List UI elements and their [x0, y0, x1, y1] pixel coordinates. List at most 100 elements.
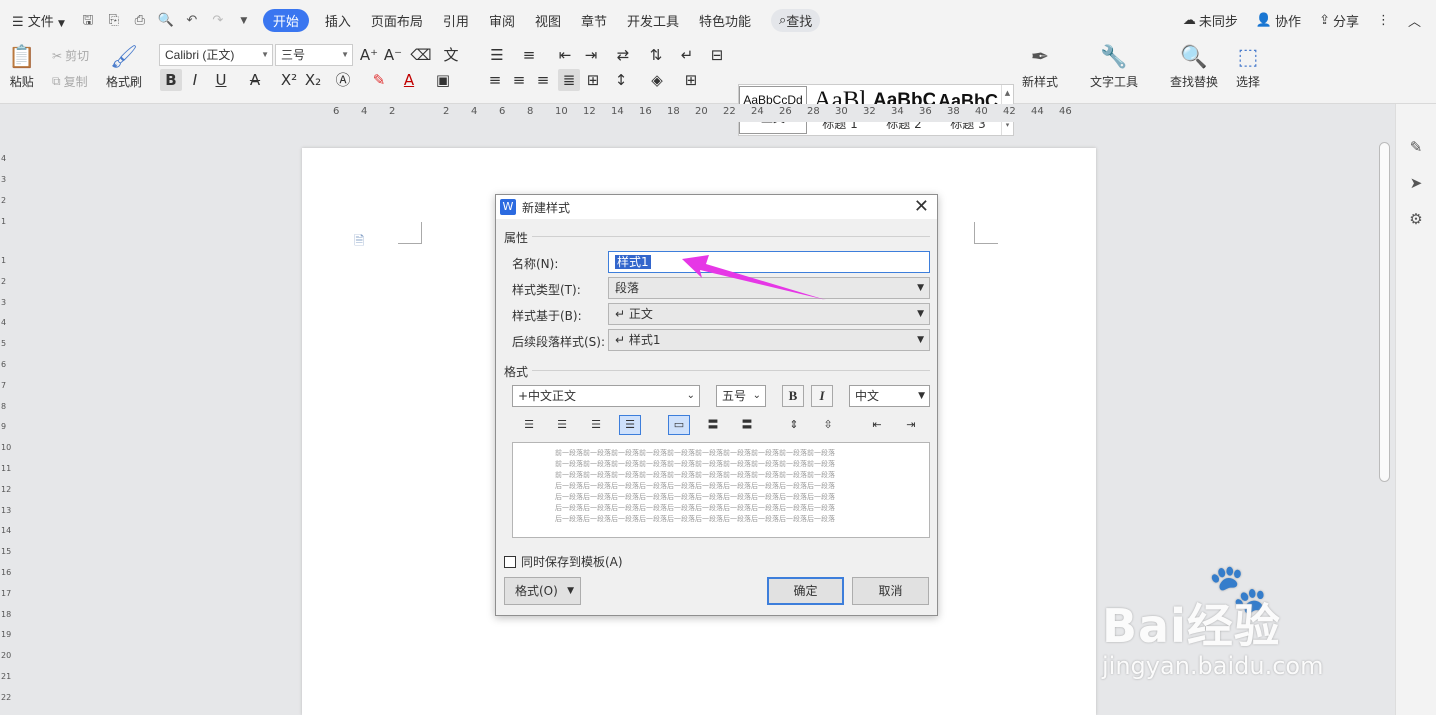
size-select[interactable]: 五号 ⌄ [716, 385, 766, 407]
tab-insert[interactable]: 插入 [315, 11, 361, 30]
checkbox-box[interactable] [504, 555, 516, 568]
based-on-select[interactable]: ↵ 正文 ▼ [608, 303, 930, 325]
borders-icon[interactable]: ⊞ [680, 69, 702, 91]
pointer-icon[interactable]: ➤ [1406, 174, 1426, 194]
italic-button[interactable]: I [811, 385, 833, 407]
font-color-icon[interactable]: A [398, 69, 420, 91]
sliders-icon[interactable]: ⚙ [1406, 210, 1426, 230]
tab-stop-icon[interactable]: ⊟ [706, 44, 728, 66]
format-dropdown-button[interactable]: 格式(O) ▼ [504, 577, 581, 605]
tab-page-layout[interactable]: 页面布局 [361, 11, 433, 30]
tab-references[interactable]: 引用 [433, 11, 479, 30]
print-icon[interactable]: ⎙ [131, 12, 149, 30]
close-icon[interactable]: ✕ [914, 196, 929, 217]
cancel-button[interactable]: 取消 [852, 577, 929, 605]
numbered-list-icon[interactable]: ≡ [518, 44, 540, 66]
scroll-thumb[interactable] [1379, 142, 1390, 482]
bold-button[interactable]: B [782, 385, 804, 407]
asian-layout-icon[interactable]: ⇄ [612, 44, 634, 66]
grow-font-icon[interactable]: A⁺ [358, 44, 380, 66]
copy-button[interactable]: ⧉ 复制 [52, 73, 88, 90]
single-spacing-icon[interactable]: ▭ [668, 415, 690, 435]
save-icon[interactable]: 🖫 [79, 12, 97, 30]
bold-icon[interactable]: B [160, 69, 182, 91]
align-right-icon[interactable]: ≡ [532, 69, 554, 91]
justify-icon[interactable]: ≣ [558, 69, 580, 91]
char-border-icon[interactable]: ▣ [432, 69, 454, 91]
increase-para-spacing-icon[interactable]: ⇕ [783, 415, 805, 435]
collapse-ribbon-icon[interactable]: ︿ [1399, 11, 1430, 30]
undo-icon[interactable]: ↶ [183, 12, 201, 30]
decrease-indent-icon[interactable]: ⇤ [554, 44, 576, 66]
export-icon[interactable]: ⎘ [105, 12, 123, 30]
tab-review[interactable]: 审阅 [479, 11, 525, 30]
double-spacing-icon[interactable]: 〓 [736, 415, 758, 435]
document-icon[interactable]: 🗎 [354, 232, 364, 254]
align-left-icon[interactable]: ≡ [484, 69, 506, 91]
tab-chapter[interactable]: 章节 [571, 11, 617, 30]
vertical-ruler[interactable]: 4 3 2 1 1 2 3 4 5 6 7 8 9 10 11 12 13 14 15 16 17 18 19 20 21 22 [0, 104, 12, 715]
text-effect-icon[interactable]: Ⓐ [332, 69, 354, 91]
increase-indent-icon[interactable]: ⇥ [900, 415, 922, 435]
tab-special[interactable]: 特色功能 [689, 11, 761, 30]
horizontal-ruler[interactable]: 6 4 2 2 4 6 8 10 12 14 16 18 20 22 24 26 28 30 32 34 36 38 40 4… [301, 104, 1095, 122]
font-select[interactable]: +中文正文 ⌄ [512, 385, 700, 407]
dropdown-arrow-icon: ▼ [567, 586, 574, 596]
justify-icon[interactable]: ☰ [619, 415, 641, 435]
print-preview-icon[interactable]: 🔍 [157, 12, 175, 30]
sort-icon[interactable]: ⇅ [645, 44, 667, 66]
shrink-font-icon[interactable]: A⁻ [382, 44, 404, 66]
tab-developer[interactable]: 开发工具 [617, 11, 689, 30]
font-size-select[interactable]: 三号 ▼ [275, 44, 353, 66]
style-type-select[interactable]: 段落 ▼ [608, 277, 930, 299]
paste-button[interactable]: 📋 粘贴 [8, 43, 35, 90]
line-spacing-icon[interactable]: ↕ [610, 69, 632, 91]
collab-button[interactable]: 👤 协作 [1247, 11, 1310, 30]
one-half-spacing-icon[interactable]: 〓 [702, 415, 724, 435]
ok-button[interactable]: 确定 [767, 577, 844, 605]
new-style-button[interactable]: ✒ 新样式 [1022, 43, 1058, 90]
redo-icon[interactable]: ↷ [209, 12, 227, 30]
quick-access-dropdown-icon[interactable]: ▼ [235, 12, 253, 30]
show-marks-icon[interactable]: ↵ [676, 44, 698, 66]
bullet-list-icon[interactable]: ☰ [486, 44, 508, 66]
shading-icon[interactable]: ◈ [646, 69, 668, 91]
phonetic-icon[interactable]: 文 [440, 44, 462, 66]
save-to-template-checkbox[interactable]: 同时保存到模板(A) [504, 553, 623, 570]
tab-view[interactable]: 视图 [525, 11, 571, 30]
sync-status[interactable]: ☁ 未同步 [1174, 11, 1247, 30]
decrease-para-spacing-icon[interactable]: ⇳ [817, 415, 839, 435]
text-tools-button[interactable]: 🔧 文字工具 [1090, 43, 1138, 90]
preview-next-line: 后一段落后一段落后一段落后一段落后一段落后一段落后一段落后一段落后一段落后一段落 [555, 515, 835, 523]
font-name-select[interactable]: Calibri (正文) ▼ [159, 44, 273, 66]
dialog-titlebar[interactable]: W 新建样式 ✕ [496, 195, 937, 219]
vertical-scrollbar[interactable] [1377, 120, 1392, 715]
decrease-indent-icon[interactable]: ⇤ [866, 415, 888, 435]
subscript-icon[interactable]: X₂ [302, 69, 324, 91]
align-left-icon[interactable]: ☰ [518, 415, 540, 435]
superscript-icon[interactable]: X² [278, 69, 300, 91]
cut-button[interactable]: ✂ 剪切 [52, 47, 89, 64]
align-center-icon[interactable]: ☰ [551, 415, 573, 435]
format-painter-button[interactable]: 🖌 格式刷 [106, 43, 142, 90]
file-menu[interactable]: ☰ 文件 ▼ [0, 11, 75, 30]
highlight-icon[interactable]: ✎ [368, 69, 390, 91]
pen-tool-icon[interactable]: ✎ [1406, 138, 1426, 158]
share-button[interactable]: ⇪ 分享 [1310, 11, 1368, 30]
find-replace-button[interactable]: 🔍 查找替换 [1170, 43, 1218, 90]
strikethrough-icon[interactable]: A [244, 69, 266, 91]
increase-indent-icon[interactable]: ⇥ [580, 44, 602, 66]
select-button[interactable]: ⬚ 选择 [1236, 43, 1260, 90]
distributed-icon[interactable]: ⊞ [582, 69, 604, 91]
align-center-icon[interactable]: ≡ [508, 69, 530, 91]
italic-icon[interactable]: I [184, 69, 206, 91]
tab-home[interactable]: 开始 [262, 9, 309, 32]
clear-format-icon[interactable]: ⌫ [410, 44, 432, 66]
language-select[interactable]: 中文 ▼ [849, 385, 930, 407]
search-button[interactable]: ⌕ 查找 [771, 9, 821, 32]
next-style-select[interactable]: ↵ 样式1 ▼ [608, 329, 930, 351]
align-right-icon[interactable]: ☰ [585, 415, 607, 435]
underline-icon[interactable]: U [210, 69, 232, 91]
style-name-input[interactable]: 样式1 [608, 251, 930, 273]
more-icon[interactable]: ⋮ [1368, 13, 1399, 28]
